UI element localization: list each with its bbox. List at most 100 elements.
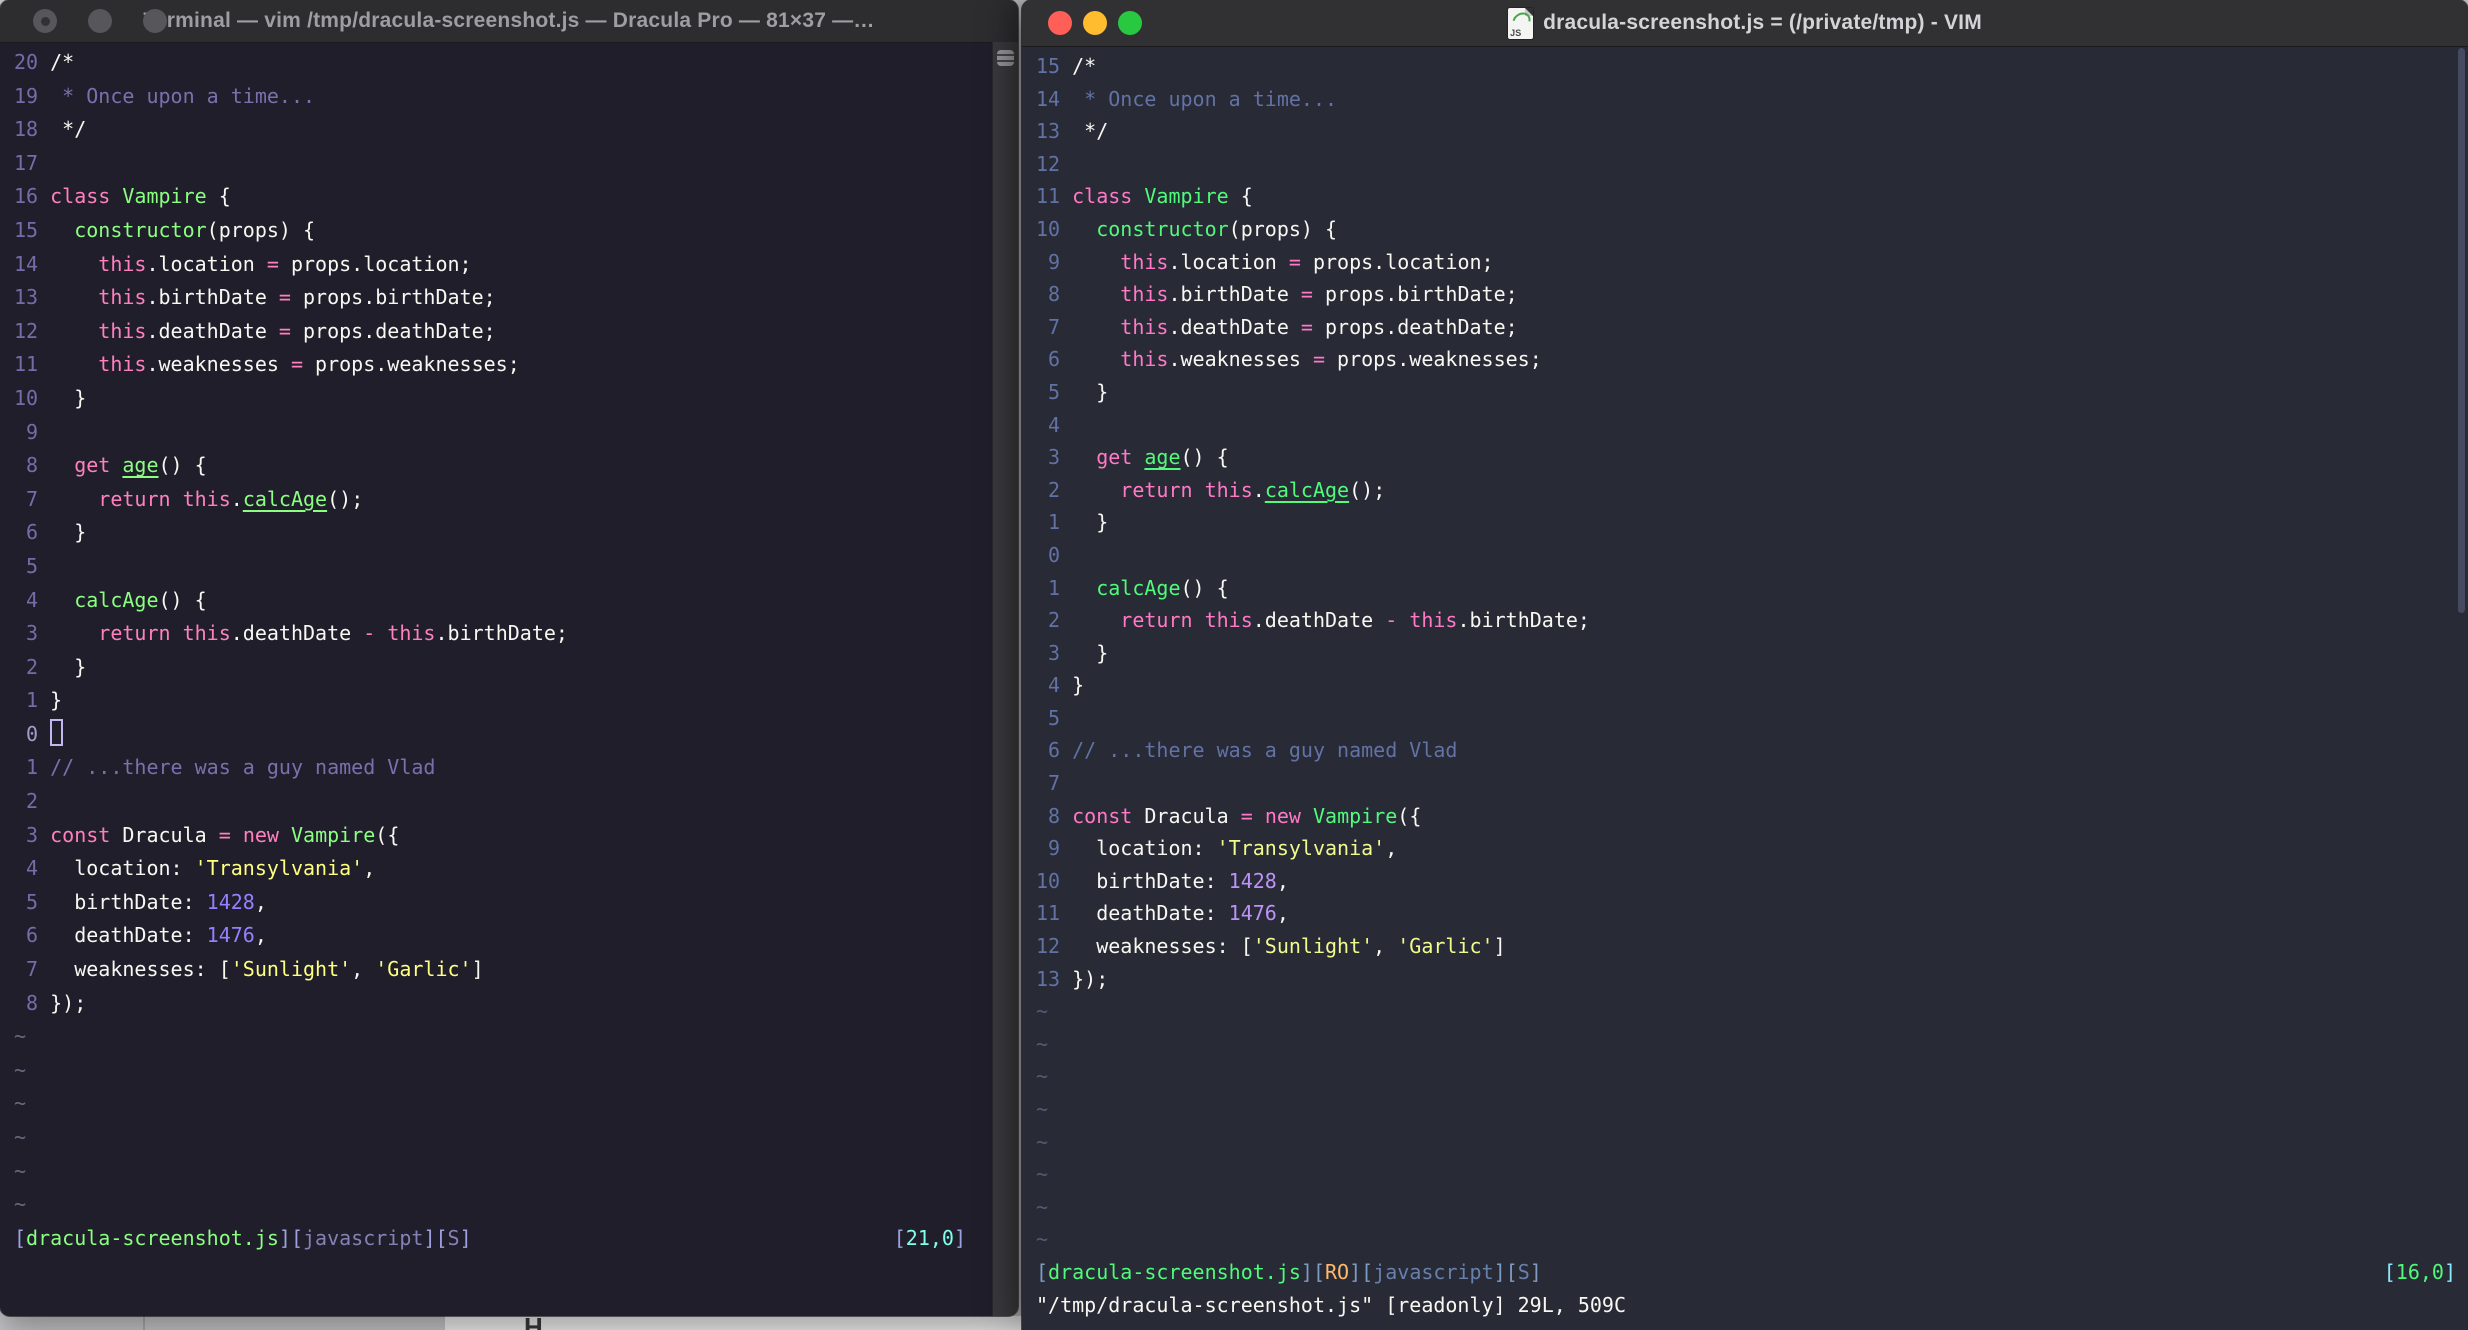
token: class — [1072, 184, 1133, 209]
tilde-line: ~ — [1036, 1162, 1049, 1187]
tilde-line: ~ — [14, 1158, 27, 1183]
line-number: 10 — [1036, 216, 1073, 241]
code-line: 15 constructor(props) { — [14, 214, 966, 248]
line-number: 9 — [14, 419, 51, 444]
token: calcAge — [1264, 477, 1350, 502]
token: Vampire — [290, 822, 376, 847]
line-number: 6 — [14, 923, 51, 948]
token: , — [1276, 901, 1289, 926]
token: } — [50, 520, 87, 545]
scrollbar-thumb-icon[interactable] — [997, 50, 1014, 66]
line-number: 7 — [1036, 771, 1073, 796]
line-number: 14 — [14, 251, 51, 276]
token: 1476 — [206, 923, 255, 948]
line-number: 6 — [1036, 738, 1073, 763]
token: = — [290, 352, 304, 377]
token: .weaknesses — [146, 352, 291, 377]
token: = — [1288, 249, 1301, 274]
zoom-button[interactable] — [1118, 11, 1142, 35]
token: const — [1072, 803, 1133, 828]
token: * Once upon a time... — [1072, 86, 1338, 111]
code-line: 8 }); — [14, 987, 966, 1021]
code-line: 12 — [1036, 148, 2456, 181]
code-line: 7 return this.calcAge(); — [14, 483, 966, 517]
line-number: 13 — [1036, 119, 1073, 144]
token: () { — [158, 453, 207, 478]
token: () { — [158, 587, 207, 612]
token: props.weaknesses; — [303, 352, 520, 377]
line-number: 11 — [14, 352, 51, 377]
background-divider-line — [143, 1316, 145, 1330]
token: this — [1409, 608, 1458, 633]
code-line: 11 this.weaknesses = props.weaknesses; — [14, 348, 966, 382]
vim-window: JS dracula-screenshot.js = (/private/tmp… — [1022, 0, 2468, 1330]
line-number: 14 — [1036, 86, 1073, 111]
token: props.weaknesses; — [1325, 347, 1542, 372]
token: age — [1144, 445, 1181, 470]
code-line: 10 constructor(props) { — [1036, 213, 2456, 246]
code-line: 10 } — [14, 382, 966, 416]
token: , — [254, 889, 267, 914]
vim-buffer-left[interactable]: 20 /* 19 * Once upon a time... 18 */17 16 … — [14, 46, 966, 1255]
token: /* — [1072, 54, 1097, 78]
token: */ — [1072, 119, 1109, 144]
token: deathDate: — [1072, 901, 1229, 926]
token: (); — [327, 486, 364, 511]
vim-cursor — [50, 718, 64, 746]
token: 'Transylvania' — [1216, 836, 1386, 861]
code-line: 11 class Vampire { — [1036, 180, 2456, 213]
code-line: 9 this.location = props.location; — [1036, 246, 2456, 279]
token: this — [98, 285, 147, 310]
close-button[interactable] — [1048, 11, 1072, 35]
token: class — [50, 184, 111, 209]
minimize-button[interactable] — [1083, 11, 1107, 35]
token: 'Sunlight' — [1252, 934, 1374, 959]
token: () { — [1180, 575, 1229, 600]
code-line: 8 get age() { — [14, 449, 966, 483]
token: this — [182, 621, 231, 646]
code-line: 3 get age() { — [1036, 441, 2456, 474]
token: ][ — [1300, 1259, 1326, 1284]
code-line: 2 } — [14, 651, 966, 685]
token: this — [387, 621, 436, 646]
vim-buffer-right[interactable]: 15 /* 14 * Once upon a time... 13 */12 11 … — [1036, 50, 2456, 1321]
code-line: 5 — [1036, 702, 2456, 735]
token: Vampire — [1144, 184, 1229, 209]
line-number: 3 — [1036, 445, 1073, 470]
code-line: 5 — [14, 550, 966, 584]
token: get — [74, 453, 111, 478]
token: birthDate: — [50, 889, 207, 914]
zoom-button[interactable] — [143, 9, 167, 33]
line-number: 8 — [1036, 803, 1073, 828]
token: // ...there was a guy named Vlad — [50, 755, 436, 780]
terminal-scrollbar-track[interactable] — [992, 42, 1018, 1316]
token: this — [1120, 314, 1169, 339]
scrollbar-thumb[interactable] — [2458, 48, 2465, 613]
token: 16,0 — [2395, 1259, 2444, 1284]
line-number: 7 — [14, 486, 51, 511]
background-partial-text: H — [524, 1316, 543, 1330]
terminal-titlebar[interactable]: Terminal — vim /tmp/dracula-screenshot.j… — [0, 0, 1018, 43]
vim-titlebar[interactable]: JS dracula-screenshot.js = (/private/tmp… — [1022, 0, 2468, 47]
minimize-button[interactable] — [88, 9, 112, 33]
line-number: 2 — [1036, 608, 1073, 633]
close-button[interactable] — [33, 9, 57, 33]
code-line: 20 /* — [14, 46, 966, 80]
js-document-icon[interactable]: JS — [1508, 7, 1534, 39]
token: { — [1228, 184, 1253, 209]
tilde-line: ~ — [14, 1057, 27, 1082]
token: 1428 — [1228, 868, 1277, 893]
tilde-line: ~ — [1036, 1064, 1049, 1089]
token: , — [1373, 934, 1398, 959]
vim-statusline: [dracula-screenshot.js][RO][javascript][… — [1036, 1256, 2456, 1289]
code-line: 12 this.deathDate = props.deathDate; — [14, 315, 966, 349]
